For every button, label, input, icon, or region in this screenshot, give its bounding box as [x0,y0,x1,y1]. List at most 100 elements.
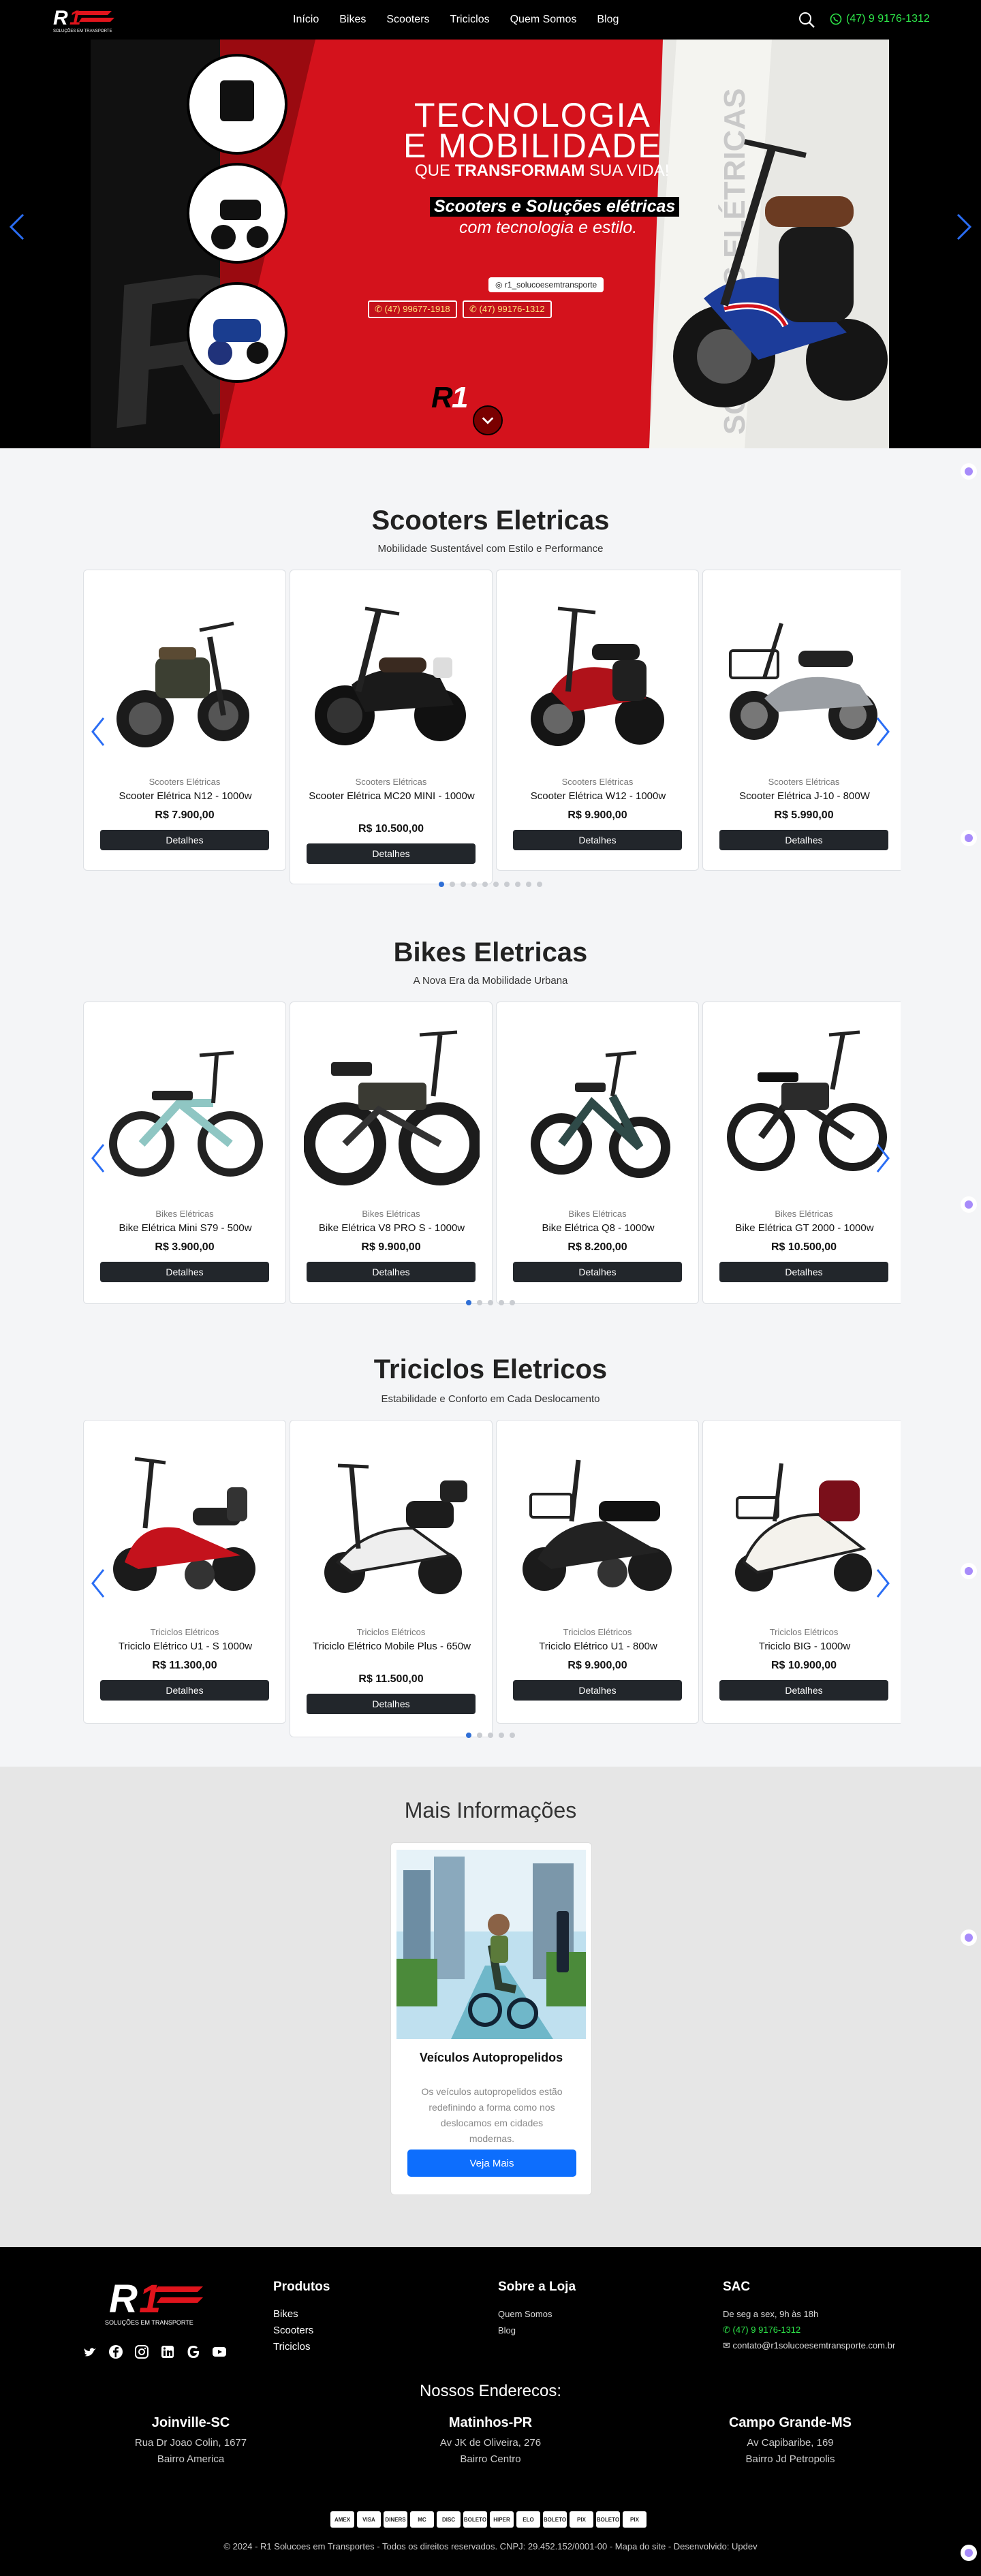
product-card[interactable]: Triciclos Elétricos Triciclo BIG - 1000w… [702,1420,901,1724]
product-card[interactable]: Bikes Elétricas Bike Elétrica V8 PRO S -… [290,1002,493,1304]
details-button[interactable]: Detalhes [719,830,888,850]
product-card[interactable]: Scooters Elétricas Scooter Elétrica N12 … [83,570,286,871]
product-card[interactable]: Bikes Elétricas Bike Elétrica GT 2000 - … [702,1002,901,1304]
hero-phone-2: (47) 99176-1312 [479,304,545,314]
carousel-dot[interactable] [526,882,531,887]
carousel-prev-icon[interactable] [89,1567,108,1600]
footer-logo[interactable]: R 1 SOLUÇÕES EM TRANSPORTE [104,2277,204,2329]
chat-icon[interactable] [961,2545,977,2561]
product-name[interactable]: Triciclo BIG - 1000w [717,1640,892,1653]
details-button[interactable]: Detalhes [513,1262,682,1282]
product-card[interactable]: Triciclos Elétricos Triciclo Elétrico U1… [496,1420,699,1724]
details-button[interactable]: Detalhes [513,1680,682,1701]
details-button[interactable]: Detalhes [100,1262,269,1282]
carousel-dot[interactable] [477,1733,482,1738]
product-card[interactable]: Triciclos Elétricos Triciclo Elétrico Mo… [290,1420,493,1737]
footer-link-quem-somos[interactable]: Quem Somos [498,2309,552,2319]
carousel-next-icon[interactable] [873,1567,892,1600]
nav-link-blog[interactable]: Blog [597,14,619,26]
carousel-dot[interactable] [488,1733,493,1738]
carousel-dot[interactable] [450,882,455,887]
info-card[interactable]: Veículos Autopropelidos Os veículos auto… [390,1842,592,2195]
product-name[interactable]: Bike Elétrica GT 2000 - 1000w [717,1222,892,1235]
nav-link-triciclos[interactable]: Triciclos [450,14,490,26]
product-card[interactable]: Bikes Elétricas Bike Elétrica Q8 - 1000w… [496,1002,699,1304]
chat-icon[interactable] [961,1929,977,1946]
google-icon[interactable] [185,2344,202,2360]
footer-link-scooters[interactable]: Scooters [273,2325,313,2336]
scooters-section-subtitle: Mobilidade Sustentável com Estilo e Perf… [377,543,604,555]
youtube-icon[interactable] [211,2344,228,2360]
carousel-dot[interactable] [499,1733,504,1738]
product-name[interactable]: Bike Elétrica Q8 - 1000w [510,1222,686,1235]
chat-icon[interactable] [961,1563,977,1579]
carousel-dot[interactable] [466,1300,471,1305]
search-icon[interactable] [797,10,816,29]
product-card[interactable]: Scooters Elétricas Scooter Elétrica W12 … [496,570,699,871]
carousel-next-icon[interactable] [873,1142,892,1175]
carousel-prev-icon[interactable] [89,1142,108,1175]
product-name[interactable]: Triciclo Elétrico Mobile Plus - 650w [304,1640,480,1653]
carousel-dot[interactable] [493,882,499,887]
nav-whatsapp-link[interactable]: (47) 9 9176-1312 [830,13,930,25]
product-name[interactable]: Scooter Elétrica N12 - 1000w [97,790,273,803]
carousel-dot[interactable] [482,882,488,887]
product-name[interactable]: Triciclo Elétrico U1 - 800w [510,1640,686,1653]
chevron-right-icon[interactable] [950,206,977,247]
carousel-dot[interactable] [515,882,520,887]
carousel-next-icon[interactable] [873,715,892,748]
hero-banner[interactable]: R1 SCOOTERS ELÉTRICAS [91,40,889,448]
carousel-dot[interactable] [488,1300,493,1305]
details-button[interactable]: Detalhes [719,1262,888,1282]
r1-logo[interactable]: R 1 SOLUÇÕES EM TRANSPORTE [49,4,117,34]
carousel-dot[interactable] [466,1733,471,1738]
carousel-dot[interactable] [537,882,542,887]
product-name[interactable]: Triciclo Elétrico U1 - S 1000w [97,1640,273,1653]
footer-sac-phone[interactable]: ✆ (47) 9 9176-1312 [723,2325,800,2336]
product-card[interactable]: Scooters Elétricas Scooter Elétrica MC20… [290,570,493,884]
carousel-dot[interactable] [461,882,466,887]
product-card[interactable]: Scooters Elétricas Scooter Elétrica J-10… [702,570,901,871]
nav-link-scooters[interactable]: Scooters [386,14,429,26]
footer-link-blog[interactable]: Blog [498,2325,516,2336]
nav-link-bikes[interactable]: Bikes [339,14,366,26]
chevron-left-icon[interactable] [4,206,31,247]
nav-link-quem-somos[interactable]: Quem Somos [510,14,577,26]
product-card[interactable]: Bikes Elétricas Bike Elétrica Mini S79 -… [83,1002,286,1304]
chat-icon[interactable] [961,830,977,846]
chevron-down-icon[interactable] [473,405,503,435]
nav-link-inicio[interactable]: Início [293,14,319,26]
product-name[interactable]: Scooter Elétrica W12 - 1000w [510,790,686,803]
details-button[interactable]: Detalhes [513,830,682,850]
carousel-prev-icon[interactable] [89,715,108,748]
details-button[interactable]: Detalhes [307,1262,476,1282]
product-name[interactable]: Scooter Elétrica MC20 MINI - 1000w [304,790,480,803]
linkedin-icon[interactable] [159,2344,176,2360]
chat-icon[interactable] [961,463,977,480]
carousel-dot[interactable] [439,882,444,887]
product-card[interactable]: Triciclos Elétricos Triciclo Elétrico U1… [83,1420,286,1724]
carousel-dot[interactable] [471,882,477,887]
carousel-dot[interactable] [510,1300,515,1305]
facebook-icon[interactable] [108,2344,124,2360]
product-name[interactable]: Bike Elétrica V8 PRO S - 1000w [304,1222,480,1235]
carousel-dot[interactable] [477,1300,482,1305]
details-button[interactable]: Detalhes [307,1694,476,1714]
carousel-dot[interactable] [504,882,510,887]
chat-icon[interactable] [961,1196,977,1213]
twitter-icon[interactable] [82,2344,98,2360]
details-button[interactable]: Detalhes [100,1680,269,1701]
details-button[interactable]: Detalhes [100,830,269,850]
footer-sac-email[interactable]: ✉ contato@r1solucoesemtransporte.com.br [723,2340,895,2351]
veja-mais-button[interactable]: Veja Mais [407,2150,576,2177]
payment-icon: VISA [357,2511,381,2528]
instagram-icon[interactable] [134,2344,150,2360]
details-button[interactable]: Detalhes [307,843,476,864]
details-button[interactable]: Detalhes [719,1680,888,1701]
footer-link-triciclos[interactable]: Triciclos [273,2341,310,2353]
carousel-dot[interactable] [510,1733,515,1738]
product-name[interactable]: Scooter Elétrica J-10 - 800W [717,790,892,803]
product-name[interactable]: Bike Elétrica Mini S79 - 500w [97,1222,273,1235]
carousel-dot[interactable] [499,1300,504,1305]
footer-link-bikes[interactable]: Bikes [273,2308,298,2320]
